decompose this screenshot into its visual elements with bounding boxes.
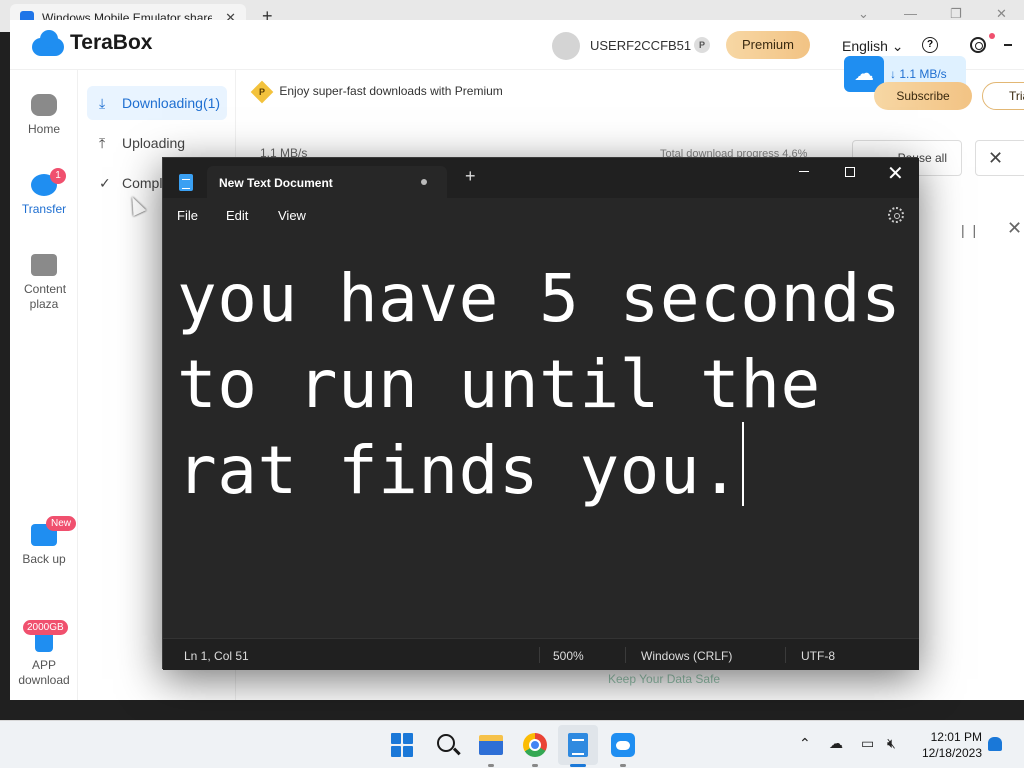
- nav-label: Transfer: [21, 202, 67, 216]
- taskbar: ⌃ ☁ ▭ 🔇︎ 12:01 PM 12/18/2023: [0, 720, 1024, 768]
- plan-badge: P: [694, 37, 710, 53]
- menu-edit[interactable]: Edit: [226, 208, 248, 223]
- nav-item-app-download[interactable]: 2000GB APP download: [10, 620, 78, 688]
- username[interactable]: USERF2CCFB51: [590, 38, 691, 53]
- taskbar-indicator: [532, 764, 538, 767]
- notepad-taskbar-icon[interactable]: [568, 733, 588, 757]
- taskbar-indicator: [488, 764, 494, 767]
- notification-dot: [989, 33, 995, 39]
- cloud-offline-icon[interactable]: ☁: [829, 735, 843, 752]
- notepad-minimize-icon[interactable]: [799, 171, 809, 172]
- tray-chevron-icon[interactable]: ⌃: [799, 735, 811, 752]
- nav-item-transfer[interactable]: 1 Transfer: [10, 168, 78, 216]
- terabox-cloud-icon: [32, 30, 64, 56]
- status-divider: [785, 647, 786, 663]
- subnav-label: Downloading(1): [122, 95, 221, 111]
- avatar[interactable]: [552, 32, 580, 60]
- upload-icon: ⤒: [99, 135, 106, 151]
- notification-bell-icon[interactable]: [988, 737, 1002, 751]
- premium-button[interactable]: Premium: [726, 31, 810, 59]
- notepad-window: New Text Document + ✕ File Edit View you…: [162, 157, 919, 670]
- terabox-taskbar-icon[interactable]: [611, 733, 635, 757]
- row-pause-icon[interactable]: | |: [961, 222, 978, 238]
- menu-file[interactable]: File: [177, 208, 198, 223]
- download-icon: ⤓: [99, 95, 106, 111]
- browser-minimize-icon[interactable]: —: [904, 6, 917, 21]
- cursor-position: Ln 1, Col 51: [184, 649, 249, 663]
- check-circle-icon: ✓: [99, 175, 111, 191]
- display-icon[interactable]: ▭: [861, 735, 874, 752]
- zoom-level[interactable]: 500%: [553, 649, 584, 663]
- subnav-downloading[interactable]: ⤓ Downloading(1): [87, 86, 227, 120]
- taskbar-indicator-active: [570, 764, 586, 767]
- notepad-titlebar[interactable]: New Text Document + ✕: [163, 158, 919, 198]
- row-close-icon[interactable]: ✕: [1007, 218, 1022, 239]
- cancel-all-button[interactable]: ✕: [975, 140, 1024, 176]
- status-divider: [625, 647, 626, 663]
- search-icon[interactable]: [437, 734, 455, 752]
- subnav-label: Compl: [122, 175, 163, 191]
- subnav-label: Uploading: [122, 135, 186, 151]
- premium-banner: P Enjoy super-fast downloads with Premiu…: [250, 80, 503, 104]
- clock-time: 12:01 PM: [930, 730, 982, 744]
- premium-diamond-icon: P: [250, 80, 274, 104]
- notepad-close-icon[interactable]: ✕: [887, 161, 904, 186]
- system-clock[interactable]: 12:01 PM 12/18/2023: [912, 729, 982, 761]
- trial-button[interactable]: Tria: [982, 82, 1024, 110]
- left-nav: Home 1 Transfer Content plaza New Back u…: [10, 70, 78, 700]
- keep-data-safe-link[interactable]: Keep Your Data Safe: [608, 672, 720, 686]
- notepad-maximize-icon[interactable]: [845, 167, 855, 177]
- taskbar-indicator: [620, 764, 626, 767]
- nav-label: Content plaza: [24, 282, 67, 311]
- nav-item-content-plaza[interactable]: Content plaza: [10, 254, 78, 312]
- nav-label: Home: [27, 122, 60, 136]
- notepad-settings-icon[interactable]: [888, 207, 904, 223]
- language-selector[interactable]: English ⌄: [842, 38, 904, 55]
- clock-date: 12/18/2023: [921, 746, 982, 760]
- cloud-icon: [31, 94, 57, 116]
- line-ending[interactable]: Windows (CRLF): [641, 649, 732, 663]
- notepad-app-icon: [179, 174, 193, 191]
- notepad-tab-title: New Text Document: [219, 176, 333, 190]
- banner-text: Enjoy super-fast downloads with Premium: [279, 84, 503, 98]
- text-caret: [742, 422, 745, 506]
- notepad-statusbar: Ln 1, Col 51 500% Windows (CRLF) UTF-8: [163, 638, 919, 670]
- text-editor[interactable]: you have 5 seconds to run until the rat …: [163, 234, 919, 638]
- subnav-uploading[interactable]: ⤒ Uploading: [87, 126, 227, 160]
- notepad-tab[interactable]: New Text Document: [207, 166, 447, 198]
- brand-name: TeraBox: [70, 31, 153, 54]
- nav-item-home[interactable]: Home: [10, 94, 78, 136]
- terabox-logo[interactable]: TeraBox: [32, 30, 152, 56]
- status-divider: [539, 647, 540, 663]
- start-icon[interactable]: [391, 733, 415, 757]
- menu-view[interactable]: View: [278, 208, 306, 223]
- nav-label: APP download: [18, 658, 70, 687]
- unsaved-dot-icon[interactable]: [421, 179, 427, 185]
- play-icon: [31, 254, 57, 276]
- transfer-count-badge: 1: [50, 168, 66, 184]
- document-text: you have 5 seconds to run until the rat …: [177, 260, 942, 509]
- speed-text: ↓ 1.1 MB/s: [890, 67, 947, 81]
- minimize-icon[interactable]: [1004, 44, 1012, 46]
- new-badge: New: [46, 516, 77, 531]
- chrome-icon[interactable]: [523, 733, 547, 757]
- notepad-new-tab-button[interactable]: +: [465, 166, 476, 187]
- help-icon[interactable]: ?: [922, 37, 938, 53]
- nav-item-backup[interactable]: New Back up: [10, 516, 78, 566]
- encoding[interactable]: UTF-8: [801, 649, 835, 663]
- notepad-menubar: File Edit View: [163, 198, 919, 234]
- storage-badge: 2000GB: [23, 620, 68, 635]
- file-explorer-icon[interactable]: [479, 735, 503, 755]
- volume-muted-icon[interactable]: 🔇︎: [887, 735, 896, 752]
- settings-icon[interactable]: [970, 37, 986, 53]
- nav-label: Back up: [22, 552, 66, 566]
- subscribe-button[interactable]: Subscribe: [874, 82, 972, 110]
